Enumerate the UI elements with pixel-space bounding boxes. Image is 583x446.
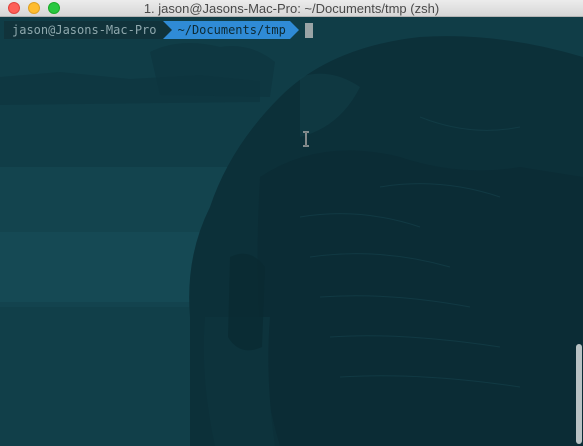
- window-title: 1. jason@Jasons-Mac-Pro: ~/Documents/tmp…: [143, 1, 440, 16]
- text-cursor: [304, 22, 313, 38]
- prompt-user-host: jason@Jasons-Mac-Pro: [4, 21, 163, 39]
- terminal-area[interactable]: jason@Jasons-Mac-Pro ~/Documents/tmp: [0, 17, 583, 446]
- elephant-background-image: [0, 17, 583, 446]
- prompt-separator-icon: [162, 21, 172, 39]
- vertical-scrollbar[interactable]: [575, 17, 583, 446]
- ibeam-cursor-icon: [303, 131, 309, 147]
- shell-prompt[interactable]: jason@Jasons-Mac-Pro ~/Documents/tmp: [4, 21, 313, 39]
- title-bar[interactable]: 1. jason@Jasons-Mac-Pro: ~/Documents/tmp…: [0, 0, 583, 17]
- terminal-window: 1. jason@Jasons-Mac-Pro: ~/Documents/tmp…: [0, 0, 583, 446]
- scroll-thumb[interactable]: [576, 344, 582, 444]
- prompt-end-arrow-icon: [289, 21, 299, 39]
- prompt-directory: ~/Documents/tmp: [171, 21, 290, 39]
